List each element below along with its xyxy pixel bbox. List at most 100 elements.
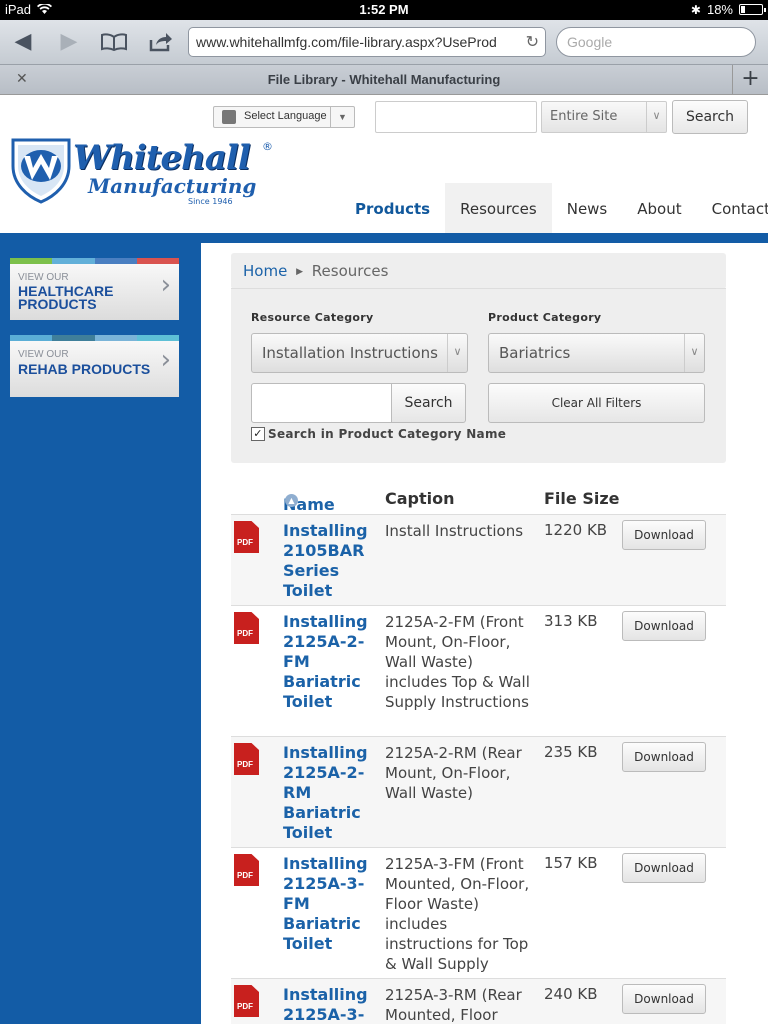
table-row: Installing 2125A-3-FM Bariatric Toilet 2… — [231, 848, 726, 979]
file-name-link[interactable]: Installing 2125A-2-FM Bariatric Toilet — [283, 612, 373, 712]
file-name-link[interactable]: Installing 2105BAR Series Toilet — [283, 521, 373, 601]
table-body: Installing 2105BAR Series Toilet Install… — [231, 515, 726, 1024]
pdf-icon[interactable] — [234, 743, 259, 775]
pdf-icon[interactable] — [234, 612, 259, 644]
pdf-icon[interactable] — [234, 985, 259, 1017]
stripe-segment — [10, 335, 53, 341]
file-name-link[interactable]: Installing 2125A-2-RM Bariatric Toilet — [283, 743, 373, 843]
chevron-down-icon: ∨ — [684, 334, 704, 372]
product-category-value: Bariatrics — [499, 344, 571, 362]
product-category-label: Product Category — [488, 311, 602, 324]
table-row: Installing 2105BAR Series Toilet Install… — [231, 515, 726, 606]
nav-products[interactable]: Products — [340, 183, 445, 233]
rehab-products-banner[interactable]: VIEW OUR REHAB PRODUCTS › — [10, 335, 179, 397]
status-time: 1:52 PM — [359, 2, 409, 17]
battery-percent: 18% — [706, 2, 733, 17]
breadcrumb-separator-icon: ▶ — [296, 267, 303, 277]
file-caption: 2125A-3-FM (Front Mounted, On-Floor, Flo… — [385, 855, 530, 973]
file-size: 157 KB — [544, 854, 598, 872]
name-column-header[interactable]: Name ▲ — [283, 489, 335, 514]
file-size: 235 KB — [544, 743, 598, 761]
filter-search-input[interactable] — [251, 383, 392, 423]
battery-fill — [741, 6, 745, 13]
site-search-input[interactable] — [375, 101, 537, 133]
filter-search-button[interactable]: Search — [391, 383, 466, 423]
banner-stripe — [10, 258, 179, 264]
stripe-segment — [10, 258, 53, 264]
stripe-segment — [52, 335, 95, 341]
download-button[interactable]: Download — [622, 984, 706, 1014]
search-category-checkbox[interactable]: ✓ Search in Product Category Name — [251, 427, 506, 441]
stripe-segment — [94, 258, 137, 264]
nav-contact[interactable]: Contact — [697, 183, 768, 233]
file-name-link[interactable]: Installing 2125A-3-FM Bariatric Toilet — [283, 854, 373, 954]
product-category-select[interactable]: Bariatrics ∨ — [488, 333, 705, 373]
checkbox-checkmark-icon[interactable]: ✓ — [251, 427, 265, 441]
stripe-segment — [136, 258, 179, 264]
nav-resources[interactable]: Resources — [445, 183, 552, 233]
site-search-button[interactable]: Search — [672, 100, 748, 134]
pdf-icon[interactable] — [234, 854, 259, 886]
bluetooth-icon: ✱ — [690, 2, 701, 17]
checkbox-label: Search in Product Category Name — [268, 427, 507, 441]
file-size: 240 KB — [544, 985, 598, 1003]
breadcrumb-current: Resources — [311, 262, 389, 280]
clear-filters-button[interactable]: Clear All Filters — [488, 383, 705, 423]
file-table: Name▲ Caption File Size Installing 2105B… — [231, 483, 726, 1024]
logo-emblem-icon — [11, 138, 71, 204]
file-caption: 2125A-2-RM (Rear Mount, On-Floor, Wall W… — [385, 744, 522, 802]
pdf-icon[interactable] — [234, 521, 259, 553]
download-button[interactable]: Download — [622, 611, 706, 641]
reload-icon[interactable]: ↻ — [526, 32, 539, 52]
download-button[interactable]: Download — [622, 853, 706, 883]
share-icon[interactable] — [146, 28, 176, 56]
stripe-segment — [94, 335, 137, 341]
whitehall-logo[interactable]: Whitehall ® Manufacturing Since 1946 — [10, 136, 273, 208]
nav-about[interactable]: About — [622, 183, 696, 233]
download-button[interactable]: Download — [622, 520, 706, 550]
url-bar[interactable]: www.whitehallmfg.com/file-library.aspx?U… — [188, 27, 546, 57]
file-size: 1220 KB — [544, 521, 608, 539]
resource-category-label: Resource Category — [251, 311, 374, 324]
banner-small-text: VIEW OUR — [18, 349, 69, 360]
banner-small-text: VIEW OUR — [18, 272, 69, 283]
resource-category-select[interactable]: Installation Instructions ∨ — [251, 333, 468, 373]
bookmarks-icon[interactable] — [99, 28, 129, 56]
chevron-right-icon: › — [160, 270, 171, 300]
chevron-down-icon: ∨ — [447, 334, 467, 372]
logo-subtitle: Manufacturing — [88, 174, 257, 198]
google-search-field[interactable]: Google — [556, 27, 756, 57]
healthcare-products-banner[interactable]: VIEW OUR HEALTHCARE PRODUCTS › — [10, 258, 179, 320]
back-icon[interactable]: ◀ — [8, 28, 38, 56]
close-tab-icon[interactable]: ✕ — [16, 71, 28, 87]
forward-icon[interactable]: ▶ — [54, 28, 84, 56]
logo-since: Since 1946 — [188, 197, 233, 206]
nav-news[interactable]: News — [552, 183, 623, 233]
site-header: Select Language ▼ Entire Site ∨ Search W… — [0, 96, 768, 233]
new-tab-icon[interactable]: + — [732, 65, 768, 95]
search-scope-select[interactable]: Entire Site ∨ — [541, 101, 667, 133]
chevron-down-icon: ∨ — [646, 102, 666, 132]
logo-registered-mark: ® — [262, 140, 273, 153]
battery-icon — [739, 4, 766, 15]
breadcrumb-home[interactable]: Home — [243, 262, 287, 280]
status-right: ✱ 18% — [690, 2, 766, 17]
table-row: Installing 2125A-2-RM Bariatric Toilet 2… — [231, 737, 726, 848]
tab-title[interactable]: File Library - Whitehall Manufacturing — [40, 72, 728, 87]
sort-ascending-icon[interactable]: ▲ — [285, 494, 298, 507]
language-select[interactable]: Select Language ▼ — [213, 106, 355, 128]
file-caption: 2125A-3-RM (Rear Mounted, Floor — [385, 986, 522, 1024]
caption-column-header: Caption — [385, 489, 455, 508]
browser-toolbar: ◀ ▶ www.whitehallmfg.com/file-library.as… — [0, 20, 768, 65]
table-row: Installing 2125A-2-FM Bariatric Toilet 2… — [231, 606, 726, 737]
download-button[interactable]: Download — [622, 742, 706, 772]
url-text: www.whitehallmfg.com/file-library.aspx?U… — [196, 34, 497, 50]
chevron-down-icon: ▼ — [330, 107, 354, 127]
file-caption: Install Instructions — [385, 522, 524, 540]
language-label: Select Language — [244, 110, 327, 122]
search-scope-value: Entire Site — [550, 109, 618, 124]
resource-category-value: Installation Instructions — [262, 344, 438, 362]
file-name-link[interactable]: Installing 2125A-3- — [283, 985, 373, 1024]
table-header: Name ▲ Caption File Size — [231, 483, 726, 515]
breadcrumb: Home ▶ Resources — [231, 253, 726, 289]
